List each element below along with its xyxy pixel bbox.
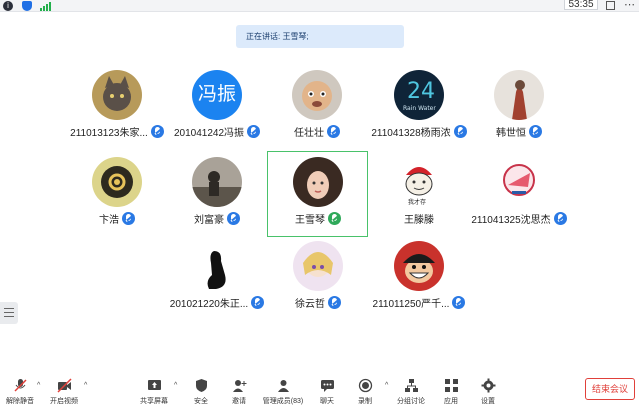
avatar-caption: 我才存	[408, 198, 426, 206]
add-user-icon	[233, 380, 247, 392]
participant-tile[interactable]: 王雪琴	[267, 157, 369, 243]
microphone-icon[interactable]	[247, 125, 261, 138]
participant-tile[interactable]: 211013123朱家...	[66, 70, 168, 156]
participant-name: 211013123朱家...	[70, 128, 148, 139]
avatar	[494, 70, 544, 120]
participant-tile[interactable]: 徐云哲	[267, 241, 369, 327]
avatar	[292, 70, 342, 120]
participant-name: 韩世恒	[496, 128, 526, 139]
microphone-icon[interactable]	[529, 125, 542, 138]
participant-tile[interactable]: 冯振 201041242冯振	[166, 70, 268, 156]
microphone-icon[interactable]	[227, 212, 240, 225]
speaking-banner: 正在讲话: 王雪琴;	[236, 25, 404, 48]
participant-tile[interactable]: 211041325沈思杰	[468, 157, 570, 243]
video-options-caret-icon[interactable]: ^	[84, 382, 87, 389]
microphone-icon[interactable]	[327, 125, 340, 138]
microphone-muted-icon	[14, 379, 27, 392]
participant-tile[interactable]: 我才存 王滕滕	[368, 157, 470, 243]
participant-name: 王滕滕	[404, 215, 434, 226]
avatar	[394, 241, 444, 291]
settings-label: 设置	[481, 398, 495, 405]
record-button[interactable]: 录制	[345, 376, 385, 406]
participant-tile[interactable]: 卞浩	[66, 157, 168, 243]
svg-text:24: 24	[407, 79, 435, 104]
microphone-speaking-icon[interactable]	[328, 212, 341, 225]
participant-name: 201041242冯振	[173, 128, 245, 139]
avatar: 我才存	[394, 157, 444, 207]
participant-tile[interactable]: 201021220朱正...	[166, 241, 268, 327]
avatar	[494, 157, 544, 207]
share-screen-icon	[148, 380, 161, 390]
video-off-icon	[57, 378, 72, 393]
microphone-icon[interactable]	[122, 212, 135, 225]
record-options-caret-icon[interactable]: ^	[385, 382, 388, 389]
avatar	[92, 70, 142, 120]
participant-name: 211011250严千...	[372, 299, 450, 310]
gear-icon	[481, 378, 496, 393]
avatar-initials: 冯振	[192, 70, 242, 120]
gallery-side-button[interactable]	[0, 302, 18, 324]
more-icon[interactable]: ⋯	[624, 0, 635, 11]
participant-name: 211041328杨雨浓	[371, 128, 451, 139]
participant-tile[interactable]: 211011250严千...	[368, 241, 470, 327]
participant-name: 卞浩	[99, 215, 119, 226]
avatar: 冯振	[192, 70, 242, 120]
audio-options-caret-icon[interactable]: ^	[37, 382, 40, 389]
microphone-icon[interactable]	[150, 125, 164, 138]
microphone-icon[interactable]	[453, 125, 467, 138]
start-video-label: 开启视频	[50, 398, 78, 405]
participant-tile[interactable]: 刘富豪	[166, 157, 268, 243]
apps-icon	[445, 379, 458, 392]
participant-name: 211041325沈思杰	[471, 215, 551, 226]
record-icon	[358, 378, 373, 393]
participant-name: 王雪琴	[295, 215, 325, 226]
participant-tile[interactable]: 任壮壮	[266, 70, 368, 156]
microphone-icon[interactable]	[251, 296, 265, 309]
participant-name: 201021220朱正...	[169, 299, 249, 310]
unmute-button[interactable]: 解除静音	[0, 376, 40, 406]
shield-icon	[196, 379, 207, 392]
people-icon	[278, 380, 289, 392]
network-signal-icon[interactable]	[40, 2, 51, 11]
avatar	[293, 241, 343, 291]
meeting-toolbar: 解除静音 ^ 开启视频 ^ 共享屏幕 ^ 安全 邀请 管理成员(83) 聊天 录…	[0, 372, 639, 406]
participant-name: 徐云哲	[295, 299, 325, 310]
avatar	[192, 157, 242, 207]
meeting-timer: 53:35	[564, 0, 598, 10]
shield-icon[interactable]	[22, 1, 32, 11]
avatar	[192, 241, 242, 291]
microphone-icon[interactable]	[328, 296, 341, 309]
chat-icon	[321, 380, 334, 392]
participant-tile[interactable]: 韩世恒	[468, 70, 570, 156]
window-top-bar: i 53:35 ⋯	[0, 0, 639, 12]
avatar	[293, 157, 343, 207]
end-meeting-button[interactable]: 结束会议	[585, 378, 635, 400]
participant-name: 任壮壮	[294, 128, 324, 139]
avatar	[92, 157, 142, 207]
share-options-caret-icon[interactable]: ^	[174, 382, 177, 389]
participant-tile[interactable]: 24 Rain Water 211041328杨雨浓	[368, 70, 470, 156]
avatar: 24 Rain Water	[394, 70, 444, 120]
invite-button[interactable]: 邀请	[219, 376, 259, 406]
start-video-button[interactable]: 开启视频	[44, 376, 84, 406]
settings-button[interactable]: 设置	[468, 376, 508, 406]
participant-name: 刘富豪	[194, 215, 224, 226]
share-screen-button[interactable]: 共享屏幕	[134, 376, 174, 406]
svg-text:Rain Water: Rain Water	[403, 105, 436, 112]
info-icon[interactable]: i	[3, 1, 13, 11]
fullscreen-icon[interactable]	[606, 1, 615, 10]
participants-button[interactable]: 管理成员(83)	[263, 376, 303, 406]
microphone-icon[interactable]	[452, 296, 466, 309]
microphone-icon[interactable]	[553, 212, 567, 225]
breakout-rooms-icon	[405, 379, 418, 392]
